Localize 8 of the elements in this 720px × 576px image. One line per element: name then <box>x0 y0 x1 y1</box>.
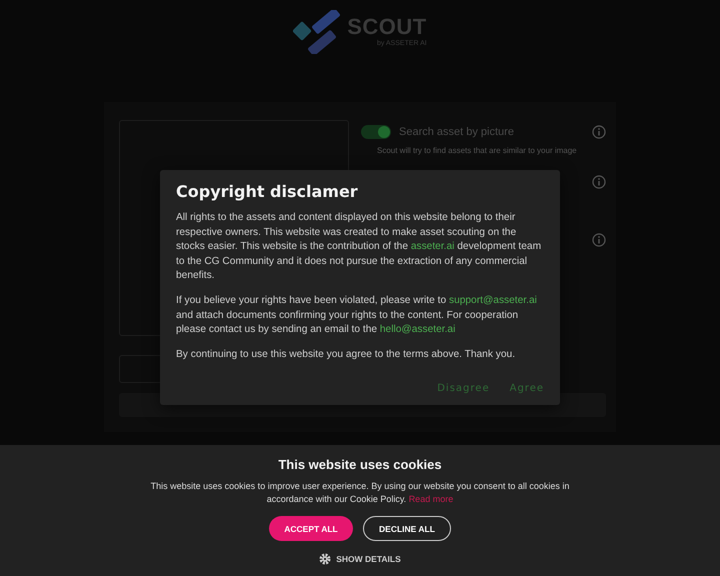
dialog-paragraph: By continuing to use this website you agree to the terms above. Thank you. <box>176 348 516 362</box>
option-description: Scout will try to find assets that are similar to your image <box>376 146 578 155</box>
cookie-text: This website uses cookies to improve user experience. By using our website you consent to all cookies in accordance with our Cookie Policy. Read more <box>150 480 570 506</box>
option-label: Search asset by picture <box>399 126 515 138</box>
cookie-title: This website uses cookies <box>278 457 442 472</box>
dialog-paragraph: If you believe your rights have been violated, please write to support@asseter.ai and attach documents confirming your rights to the content. For cooperation please contact us by sending an email to the hello@asseter.ai <box>176 294 538 338</box>
dialog-paragraph: All rights to the assets and content displayed on this website belong to their respective owners. This website was created to make asset scouting on the stocks easier. This website is the contribution of the asseter.ai development team to the CG Community and it does not pursue the extraction of any commercial benefits. <box>176 211 542 284</box>
dialog-title: Copyright disclamer <box>176 182 359 201</box>
